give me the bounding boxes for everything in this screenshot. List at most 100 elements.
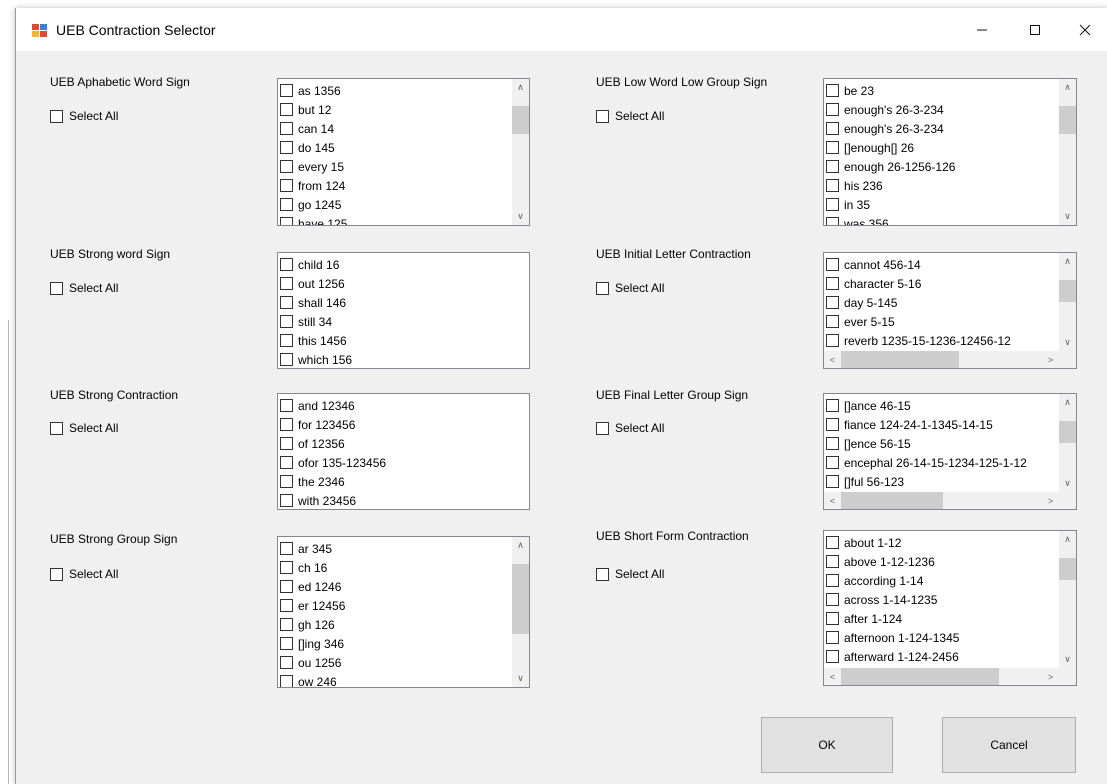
- select-all-checkbox-final-letter-group-sign[interactable]: Select All: [596, 421, 664, 435]
- scroll-thumb[interactable]: [841, 492, 943, 509]
- item-checkbox[interactable]: [280, 580, 293, 593]
- select-all-checkbox-low-word-low-group-sign[interactable]: Select All: [596, 109, 664, 123]
- item-checkbox[interactable]: [280, 160, 293, 173]
- item-checkbox[interactable]: [280, 675, 293, 687]
- checked-list-alphabetic-word-sign[interactable]: as 1356 but 12 can 14 do 145 every 15 from 12…: [277, 78, 530, 226]
- cancel-button[interactable]: Cancel: [942, 717, 1076, 773]
- list-item[interactable]: []ing 346: [280, 634, 345, 653]
- item-checkbox[interactable]: [280, 599, 293, 612]
- list-item[interactable]: character 5-16: [826, 274, 1011, 293]
- item-checkbox[interactable]: [826, 84, 839, 97]
- scroll-down-icon[interactable]: ∨: [1059, 651, 1076, 668]
- list-item[interactable]: have 125: [280, 214, 347, 225]
- scroll-left-icon[interactable]: <: [824, 668, 841, 685]
- list-item[interactable]: was 356: [826, 214, 955, 225]
- checked-list-low-word-low-group-sign[interactable]: be 23 enough's 26-3-234 enough's 26-3-234 […: [823, 78, 1077, 226]
- item-checkbox[interactable]: [826, 296, 839, 309]
- checkbox[interactable]: [596, 567, 609, 581]
- list-item[interactable]: can 14: [280, 119, 347, 138]
- list-item[interactable]: []ance 46-15: [826, 396, 1027, 415]
- scroll-down-icon[interactable]: ∨: [512, 208, 529, 225]
- list-item[interactable]: enough's 26-3-234: [826, 100, 955, 119]
- scroll-up-icon[interactable]: ∧: [512, 537, 529, 554]
- item-checkbox[interactable]: [280, 437, 293, 450]
- list-item[interactable]: []enough[] 26: [826, 138, 955, 157]
- item-checkbox[interactable]: [826, 315, 839, 328]
- scroll-down-icon[interactable]: ∨: [1059, 208, 1076, 225]
- scroll-up-icon[interactable]: ∧: [1059, 531, 1076, 548]
- checked-list-initial-letter-contraction[interactable]: cannot 456-14 character 5-16 day 5-145 ever…: [823, 252, 1077, 369]
- item-checkbox[interactable]: [280, 179, 293, 192]
- item-checkbox[interactable]: [280, 494, 293, 507]
- checkbox[interactable]: [50, 421, 63, 435]
- scroll-up-icon[interactable]: ∧: [1059, 79, 1076, 96]
- list-item[interactable]: from 124: [280, 176, 347, 195]
- vertical-scrollbar[interactable]: ∧ ∨: [1059, 394, 1076, 492]
- item-checkbox[interactable]: [280, 198, 293, 211]
- list-item[interactable]: and 12346: [280, 396, 386, 415]
- list-item[interactable]: this 1456: [280, 331, 352, 350]
- horizontal-scrollbar[interactable]: < >: [824, 492, 1059, 509]
- item-checkbox[interactable]: [826, 593, 839, 606]
- select-all-checkbox-alphabetic-word-sign[interactable]: Select All: [50, 109, 118, 123]
- checkbox[interactable]: [596, 109, 609, 123]
- list-item[interactable]: as 1356: [280, 81, 347, 100]
- select-all-checkbox-initial-letter-contraction[interactable]: Select All: [596, 281, 664, 295]
- scroll-right-icon[interactable]: >: [1042, 492, 1059, 509]
- checkbox[interactable]: [596, 281, 609, 295]
- item-checkbox[interactable]: [280, 618, 293, 631]
- list-item[interactable]: ou 1256: [280, 653, 345, 672]
- list-item[interactable]: afterward 1-124-2456: [826, 647, 959, 666]
- scroll-down-icon[interactable]: ∨: [1059, 334, 1076, 351]
- list-item[interactable]: enough's 26-3-234: [826, 119, 955, 138]
- minimize-button[interactable]: [959, 8, 1005, 51]
- list-item[interactable]: with 23456: [280, 491, 386, 509]
- vertical-scrollbar[interactable]: ∧ ∨: [1059, 253, 1076, 351]
- item-checkbox[interactable]: [826, 277, 839, 290]
- select-all-checkbox-strong-group-sign[interactable]: Select All: [50, 567, 118, 581]
- list-item[interactable]: er 12456: [280, 596, 345, 615]
- item-checkbox[interactable]: [826, 217, 839, 225]
- list-item[interactable]: ofor 135-123456: [280, 453, 386, 472]
- list-item[interactable]: in 35: [826, 195, 955, 214]
- item-checkbox[interactable]: [280, 399, 293, 412]
- item-checkbox[interactable]: [826, 574, 839, 587]
- item-checkbox[interactable]: [826, 399, 839, 412]
- item-checkbox[interactable]: [826, 437, 839, 450]
- close-button[interactable]: [1062, 8, 1107, 51]
- list-item[interactable]: shall 146: [280, 293, 352, 312]
- item-checkbox[interactable]: [826, 536, 839, 549]
- title-bar[interactable]: UEB Contraction Selector: [16, 8, 1107, 51]
- list-item[interactable]: but 12: [280, 100, 347, 119]
- item-checkbox[interactable]: [826, 631, 839, 644]
- list-item[interactable]: gh 126: [280, 615, 345, 634]
- item-checkbox[interactable]: [280, 296, 293, 309]
- list-item[interactable]: across 1-14-1235: [826, 590, 959, 609]
- scroll-up-icon[interactable]: ∧: [1059, 394, 1076, 411]
- checked-list-short-form-contraction[interactable]: about 1-12 above 1-12-1236 according 1-14 a…: [823, 530, 1077, 686]
- item-checkbox[interactable]: [826, 475, 839, 488]
- item-checkbox[interactable]: [826, 258, 839, 271]
- select-all-checkbox-strong-word-sign[interactable]: Select All: [50, 281, 118, 295]
- list-item[interactable]: the 2346: [280, 472, 386, 491]
- item-checkbox[interactable]: [280, 353, 293, 366]
- vertical-scrollbar[interactable]: ∧ ∨: [512, 79, 529, 225]
- scroll-thumb[interactable]: [512, 106, 529, 134]
- scroll-thumb[interactable]: [841, 351, 959, 368]
- item-checkbox[interactable]: [826, 103, 839, 116]
- scroll-up-icon[interactable]: ∧: [1059, 253, 1076, 270]
- scroll-thumb[interactable]: [1059, 106, 1076, 134]
- list-item[interactable]: []ence 56-15: [826, 434, 1027, 453]
- item-checkbox[interactable]: [826, 160, 839, 173]
- list-item[interactable]: his 236: [826, 176, 955, 195]
- scroll-thumb[interactable]: [1059, 280, 1076, 302]
- vertical-scrollbar[interactable]: ∧ ∨: [512, 537, 529, 687]
- scroll-up-icon[interactable]: ∧: [512, 79, 529, 96]
- item-checkbox[interactable]: [826, 198, 839, 211]
- item-checkbox[interactable]: [280, 315, 293, 328]
- item-checkbox[interactable]: [826, 555, 839, 568]
- list-item[interactable]: reverb 1235-15-1236-12456-12: [826, 331, 1011, 350]
- list-item[interactable]: about 1-12: [826, 533, 959, 552]
- list-item[interactable]: cannot 456-14: [826, 255, 1011, 274]
- select-all-checkbox-strong-contraction[interactable]: Select All: [50, 421, 118, 435]
